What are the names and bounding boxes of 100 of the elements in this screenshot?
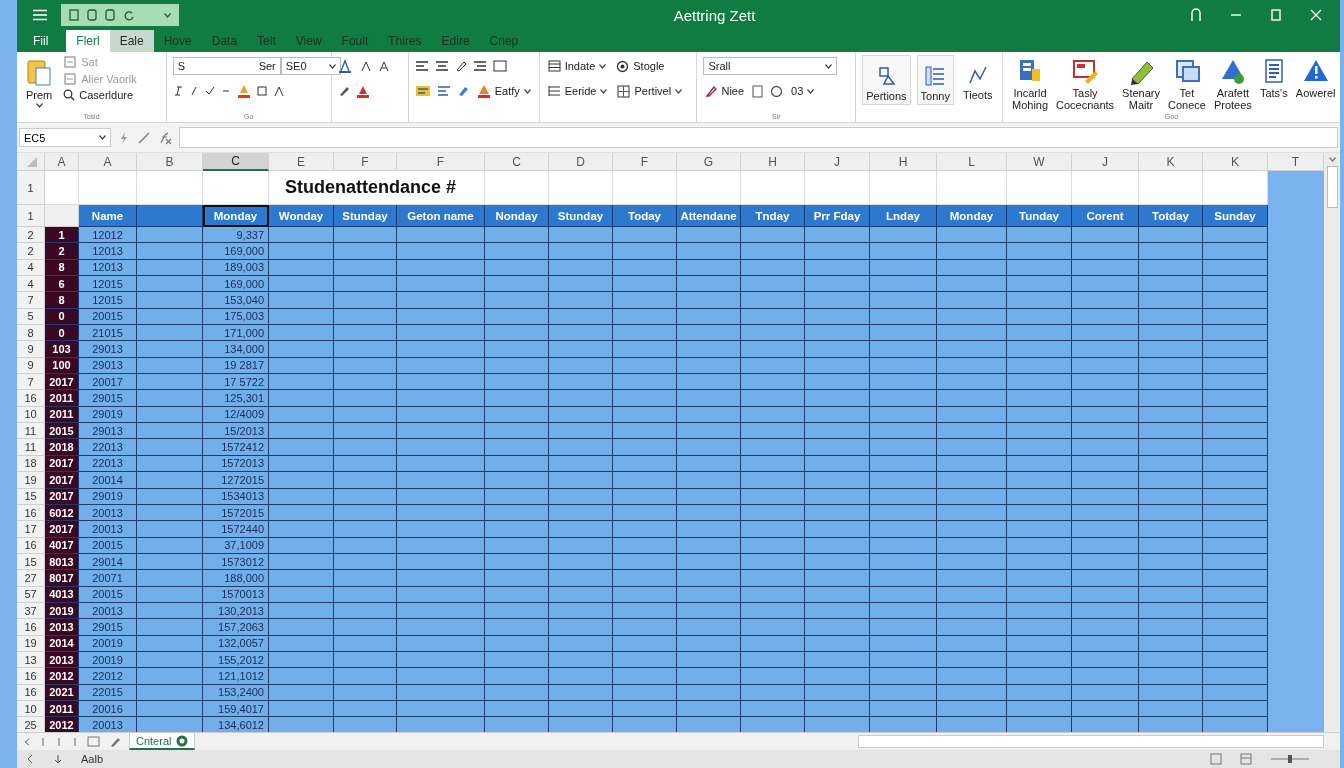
ribbon-button[interactable]: 03	[789, 85, 817, 97]
column-header[interactable]: F	[397, 153, 485, 171]
caret-icon[interactable]	[599, 63, 607, 69]
ribbon-button[interactable]: Tasly Cocecnants	[1053, 55, 1118, 113]
caret-icon[interactable]	[99, 135, 106, 140]
row-header[interactable]: 2	[17, 227, 45, 244]
ribbon-button[interactable]: Aowerel	[1292, 55, 1339, 101]
merge-icon[interactable]	[492, 60, 507, 72]
find-button[interactable]: Niee	[703, 85, 747, 97]
row-header[interactable]: 2	[17, 243, 45, 260]
row-header[interactable]: 1	[17, 205, 45, 227]
vertical-scrollbar[interactable]	[1324, 153, 1340, 732]
search-icon[interactable]	[63, 89, 76, 101]
font-size-icon[interactable]	[272, 85, 285, 97]
size-field[interactable]: SE0	[280, 57, 341, 75]
text-color-icon[interactable]	[337, 59, 354, 73]
align-center-icon[interactable]	[434, 60, 449, 72]
caret-icon[interactable]	[328, 63, 336, 69]
formula-field[interactable]	[179, 127, 1338, 148]
ribbon-button[interactable]: Incarld Mohing	[1009, 55, 1052, 113]
caret-icon[interactable]	[600, 88, 608, 94]
pen-icon[interactable]	[454, 60, 467, 72]
edit-icon[interactable]	[109, 735, 121, 748]
align-icon[interactable]	[436, 85, 451, 97]
down-arrow-icon[interactable]	[53, 754, 63, 764]
document-icon[interactable]	[87, 9, 97, 21]
column-header[interactable]: F	[613, 153, 677, 171]
zoom-slider-icon[interactable]	[1270, 754, 1310, 764]
row-header[interactable]: 27	[17, 570, 45, 587]
row-header[interactable]: 4	[17, 276, 45, 293]
row-header[interactable]: 16	[17, 390, 45, 407]
ribbon-button[interactable]: Arafett Protees	[1210, 55, 1255, 113]
row-header[interactable]: 16	[17, 619, 45, 636]
column-header[interactable]: K	[1139, 153, 1203, 171]
column-header[interactable]: G	[677, 153, 741, 171]
ribbon-tab[interactable]: Flerl	[66, 30, 110, 52]
ribbon-button[interactable]: Caserldure	[61, 89, 139, 101]
column-header[interactable]: W	[1007, 153, 1072, 171]
caret-icon[interactable]	[675, 88, 683, 94]
ribbon-button[interactable]: Stogle	[614, 59, 667, 73]
column-header[interactable]: J	[1072, 153, 1139, 171]
column-header[interactable]: C	[203, 153, 269, 171]
ribbon-tab[interactable]: Eale	[109, 30, 154, 52]
row-header[interactable]: 7	[17, 292, 45, 309]
pen-icon[interactable]	[337, 85, 350, 97]
ribbon-button[interactable]: Tet Conece	[1165, 55, 1209, 113]
first-sheet-icon[interactable]	[23, 736, 31, 747]
page-icon[interactable]	[105, 9, 115, 21]
column-header[interactable]: H	[870, 153, 937, 171]
italic-icon[interactable]	[172, 85, 183, 97]
ribbon-button[interactable]: Pertions	[862, 55, 911, 105]
close-icon[interactable]	[1310, 9, 1322, 21]
paste-button[interactable]: Prem	[23, 55, 56, 110]
caret-icon[interactable]	[825, 63, 833, 69]
redo-icon[interactable]	[123, 9, 135, 21]
column-header[interactable]: H	[741, 153, 805, 171]
ribbon-button[interactable]: Eeride	[545, 85, 610, 97]
add-sheet-icon[interactable]	[176, 734, 189, 747]
menu-icon[interactable]	[33, 9, 47, 21]
style-field[interactable]: Srall	[703, 57, 838, 75]
format-button[interactable]: Eatfy	[474, 84, 533, 98]
column-header[interactable]: F	[334, 153, 397, 171]
column-header[interactable]: T	[1268, 153, 1324, 171]
column-header[interactable]: A	[45, 153, 79, 171]
scroll-thumb[interactable]	[1326, 166, 1338, 208]
ribbon-button[interactable]: Pertivel	[615, 84, 685, 98]
font-color-icon[interactable]	[355, 84, 370, 98]
row-header[interactable]: 7	[17, 374, 45, 391]
ribbon-button[interactable]: Tieots	[959, 55, 996, 103]
file-tab[interactable]: Fiil	[17, 30, 67, 52]
row-header[interactable]: 25	[17, 717, 45, 734]
column-header[interactable]: C	[485, 153, 549, 171]
ribbon-button[interactable]: Tats's	[1256, 55, 1291, 101]
row-header[interactable]: 11	[17, 423, 45, 440]
save-icon[interactable]	[69, 9, 79, 21]
row-header[interactable]: 8	[17, 325, 45, 342]
caret-icon[interactable]	[807, 88, 815, 94]
row-header[interactable]: 11	[17, 439, 45, 456]
column-header[interactable]: E	[269, 153, 334, 171]
maximize-icon[interactable]	[1270, 9, 1282, 21]
column-header[interactable]: K	[1203, 153, 1268, 171]
clipboard-icon[interactable]	[26, 57, 53, 87]
column-header[interactable]: J	[805, 153, 870, 171]
caret-icon[interactable]	[164, 12, 171, 18]
column-header[interactable]: D	[549, 153, 613, 171]
row-header[interactable]: 16	[17, 668, 45, 685]
horizontal-scrollbar[interactable]	[858, 735, 1324, 748]
column-header[interactable]: A	[79, 153, 137, 171]
sheet-tab[interactable]: Cnteral	[129, 733, 196, 750]
ribbon-button[interactable]: Indate	[545, 60, 609, 72]
wrap-icon[interactable]	[414, 85, 431, 97]
font-field[interactable]: S Ser	[172, 57, 281, 75]
eraser-icon[interactable]	[456, 85, 469, 97]
row-header[interactable]: 19	[17, 472, 45, 489]
back-icon[interactable]	[25, 754, 35, 764]
font-size-icon[interactable]	[359, 60, 372, 72]
ribbon-button[interactable]: Tonny	[916, 55, 954, 105]
border-icon[interactable]	[256, 85, 267, 97]
fill-color-icon[interactable]	[236, 84, 251, 98]
font-size-icon[interactable]	[377, 60, 390, 72]
